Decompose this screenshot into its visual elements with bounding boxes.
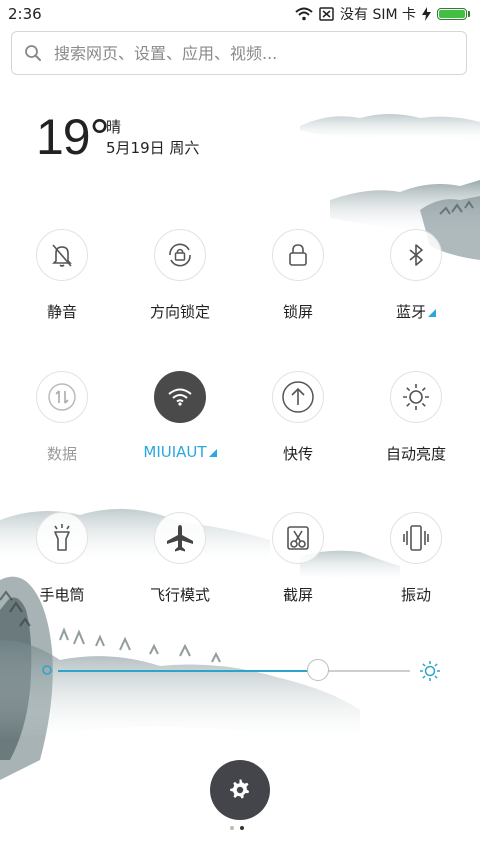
toggle-lock-screen-label: 锁屏: [282, 303, 313, 321]
toggle-screenshot-button[interactable]: [272, 512, 324, 564]
page-dot-1[interactable]: [230, 826, 234, 830]
brightness-slider-thumb[interactable]: [307, 659, 330, 681]
brightness-high-icon: [420, 661, 440, 681]
airplane-icon: [167, 525, 193, 552]
toggle-mobile-data-button[interactable]: [36, 371, 88, 423]
submenu-corner-icon: [208, 449, 217, 457]
status-icons: 没有 SIM 卡: [295, 5, 470, 23]
toggle-lock-screen-button[interactable]: [272, 229, 324, 281]
rotation-lock-icon: [169, 243, 191, 267]
battery-tip: [468, 11, 470, 17]
toggle-auto-brightness-label: 自动亮度: [385, 445, 446, 463]
toggle-vibrate[interactable]: 振动: [361, 512, 471, 605]
page-indicator: [230, 826, 244, 830]
lock-icon: [289, 244, 307, 266]
toggle-rotation-lock-label: 方向锁定: [149, 303, 210, 321]
vibrate-icon: [403, 525, 429, 551]
weather-condition: 晴: [106, 118, 122, 136]
toggle-vibrate-label: 振动: [400, 586, 431, 604]
no-sim-icon: [319, 7, 334, 21]
sim-status-text: 没有 SIM 卡: [340, 7, 416, 23]
wifi-icon: [168, 388, 192, 406]
toggle-lock-screen[interactable]: 锁屏: [243, 229, 353, 322]
search-input[interactable]: [52, 42, 456, 64]
toggle-bluetooth-button[interactable]: [390, 229, 442, 281]
toggle-silent[interactable]: 静音: [7, 229, 117, 322]
settings-button[interactable]: [210, 760, 270, 820]
toggle-vibrate-button[interactable]: [390, 512, 442, 564]
flashlight-icon: [54, 524, 70, 551]
toggle-flashlight-button[interactable]: [36, 512, 88, 564]
toggle-screenshot-label: 截屏: [282, 586, 313, 604]
weather-temperature: 19°: [36, 109, 110, 165]
scissors-icon: [287, 526, 309, 550]
status-time: 2:36: [8, 5, 42, 23]
toggle-wifi-label: MIUIAUT: [125, 443, 235, 461]
toggle-airplane-mode[interactable]: 飞行模式: [125, 512, 235, 605]
sun-icon: [403, 384, 429, 410]
toggle-wifi[interactable]: MIUIAUT: [125, 371, 235, 461]
toggle-auto-brightness-button[interactable]: [390, 371, 442, 423]
submenu-corner-icon: [428, 309, 436, 317]
battery-icon: [437, 8, 467, 20]
toggle-rotation-lock-button[interactable]: [154, 229, 206, 281]
toggle-mobile-data[interactable]: 数据: [7, 371, 117, 464]
toggle-silent-button[interactable]: [36, 229, 88, 281]
toggle-screenshot[interactable]: 截屏: [243, 512, 353, 605]
search-icon: [25, 45, 41, 61]
search-bar[interactable]: [11, 31, 467, 75]
page-dot-2[interactable]: [240, 826, 244, 830]
toggle-quick-share[interactable]: 快传: [243, 371, 353, 464]
toggle-silent-label: 静音: [46, 303, 77, 321]
toggle-auto-brightness[interactable]: 自动亮度: [361, 371, 471, 464]
status-bar: 2:36 没有 SIM 卡: [0, 0, 480, 28]
wifi-signal-icon: [295, 7, 313, 21]
toggle-mobile-data-label: 数据: [46, 445, 77, 463]
battery-level: [439, 10, 465, 18]
toggle-quick-share-button[interactable]: [272, 371, 324, 423]
brightness-slider[interactable]: [58, 659, 410, 681]
bell-off-icon: [52, 244, 72, 267]
weather-date: 5月19日 周六: [106, 139, 200, 157]
toggle-airplane-mode-label: 飞行模式: [149, 586, 210, 604]
bluetooth-icon: [409, 244, 423, 266]
brightness-slider-fill: [58, 670, 319, 672]
data-arrows-icon: [48, 383, 76, 411]
toggle-wifi-button[interactable]: [154, 371, 206, 423]
upload-arrow-icon: [282, 381, 314, 413]
toggle-rotation-lock[interactable]: 方向锁定: [125, 229, 235, 322]
charging-bolt-icon: [422, 7, 431, 21]
gear-icon: [230, 779, 250, 799]
brightness-low-icon: [42, 665, 52, 675]
toggle-bluetooth[interactable]: 蓝牙: [361, 229, 471, 322]
toggle-flashlight[interactable]: 手电筒: [7, 512, 117, 605]
toggle-airplane-mode-button[interactable]: [154, 512, 206, 564]
toggle-flashlight-label: 手电筒: [39, 586, 85, 604]
toggle-quick-share-label: 快传: [282, 445, 313, 463]
toggle-bluetooth-label: 蓝牙: [361, 301, 471, 322]
